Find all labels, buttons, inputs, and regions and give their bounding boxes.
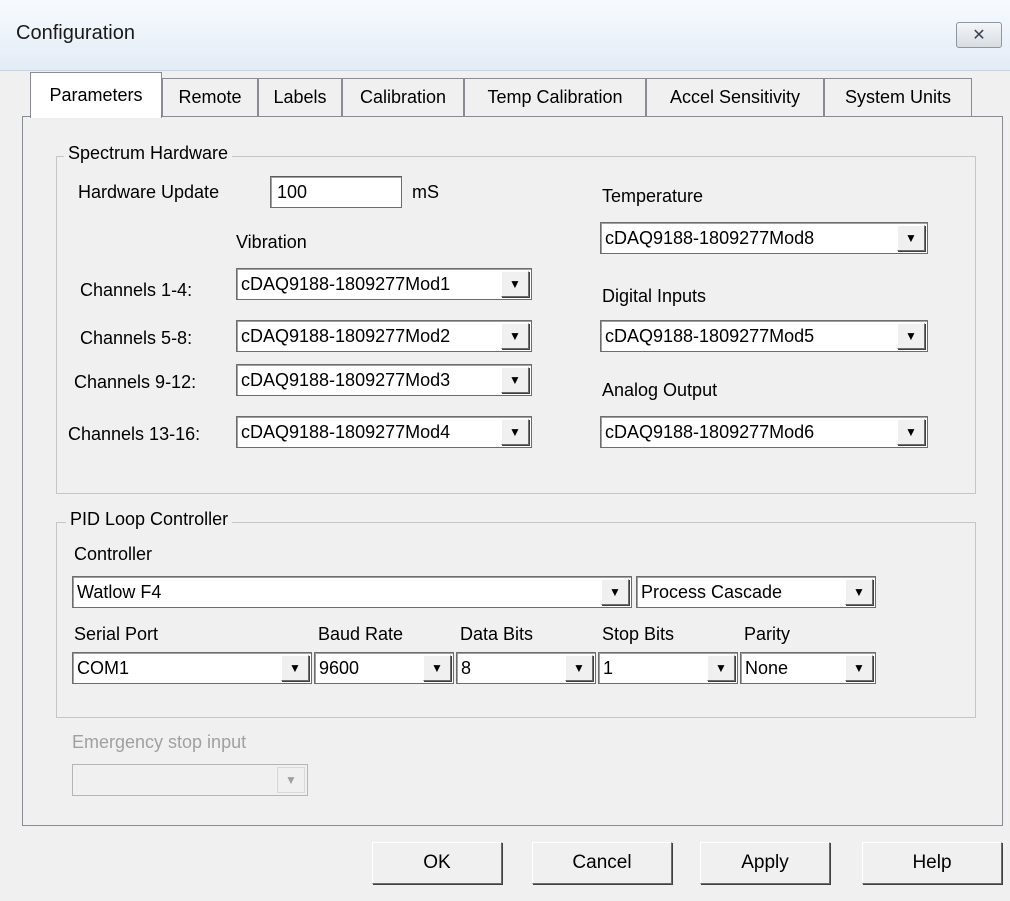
channels-5-8-value: cDAQ9188-1809277Mod2 <box>241 325 451 346</box>
tab-label: System Units <box>844 87 952 107</box>
chevron-down-icon[interactable]: ▼ <box>501 419 529 445</box>
channels-5-8-select[interactable]: cDAQ9188-1809277Mod2 ▼ <box>236 320 532 352</box>
tab-label: Labels <box>273 87 327 107</box>
baud-rate-select[interactable]: 9600 ▼ <box>314 652 454 684</box>
analog-output-value: cDAQ9188-1809277Mod6 <box>605 421 815 442</box>
close-icon: ✕ <box>972 27 986 44</box>
hardware-update-label: Hardware Update <box>78 182 220 202</box>
chevron-down-icon[interactable]: ▼ <box>897 323 925 349</box>
cancel-button[interactable]: Cancel <box>532 842 672 884</box>
tab-label: Remote <box>178 87 242 107</box>
hardware-update-input[interactable]: 100 <box>270 176 402 208</box>
window-title: Configuration <box>16 22 135 44</box>
channels-13-16-label: Channels 13-16: <box>68 424 201 444</box>
emergency-stop-label: Emergency stop input <box>72 732 247 752</box>
tab-temp-calibration[interactable]: Temp Calibration <box>464 78 646 116</box>
chevron-down-icon[interactable]: ▼ <box>501 323 529 349</box>
tab-label: Temp Calibration <box>487 87 623 107</box>
temperature-value: cDAQ9188-1809277Mod8 <box>605 227 815 248</box>
vibration-label: Vibration <box>236 232 307 252</box>
channels-1-4-value: cDAQ9188-1809277Mod1 <box>241 273 451 294</box>
chevron-down-icon[interactable]: ▼ <box>565 655 593 681</box>
channels-13-16-value: cDAQ9188-1809277Mod4 <box>241 421 451 442</box>
digital-inputs-label: Digital Inputs <box>602 286 707 306</box>
pid-loop-controller-group <box>56 522 976 718</box>
chevron-down-icon[interactable]: ▼ <box>423 655 451 681</box>
tab-system-units[interactable]: System Units <box>824 78 972 116</box>
stop-bits-select[interactable]: 1 ▼ <box>598 652 738 684</box>
chevron-down-icon[interactable]: ▼ <box>845 579 873 605</box>
pid-loop-controller-label: PID Loop Controller <box>66 509 233 530</box>
controller-mode-select[interactable]: Process Cascade ▼ <box>636 576 876 608</box>
channels-13-16-select[interactable]: cDAQ9188-1809277Mod4 ▼ <box>236 416 532 448</box>
spectrum-hardware-label: Spectrum Hardware <box>64 143 233 164</box>
channels-9-12-label: Channels 9-12: <box>74 372 197 392</box>
chevron-down-icon[interactable]: ▼ <box>707 655 735 681</box>
temperature-label: Temperature <box>602 186 704 206</box>
close-button[interactable]: ✕ <box>956 22 1002 48</box>
serial-port-select[interactable]: COM1 ▼ <box>72 652 312 684</box>
tab-label: Parameters <box>49 85 143 105</box>
data-bits-select[interactable]: 8 ▼ <box>456 652 596 684</box>
parity-label: Parity <box>744 624 791 644</box>
data-bits-label: Data Bits <box>460 624 534 644</box>
tab-calibration[interactable]: Calibration <box>342 78 464 116</box>
channels-5-8-label: Channels 5-8: <box>80 328 193 348</box>
controller-value: Watlow F4 <box>77 581 162 602</box>
stop-bits-value: 1 <box>603 657 614 678</box>
channels-9-12-value: cDAQ9188-1809277Mod3 <box>241 369 451 390</box>
parity-select[interactable]: None ▼ <box>740 652 876 684</box>
ok-button[interactable]: OK <box>372 842 502 884</box>
tab-accel-sensitivity[interactable]: Accel Sensitivity <box>646 78 824 116</box>
analog-output-select[interactable]: cDAQ9188-1809277Mod6 ▼ <box>600 416 928 448</box>
temperature-select[interactable]: cDAQ9188-1809277Mod8 ▼ <box>600 222 928 254</box>
digital-inputs-select[interactable]: cDAQ9188-1809277Mod5 ▼ <box>600 320 928 352</box>
channels-9-12-select[interactable]: cDAQ9188-1809277Mod3 ▼ <box>236 364 532 396</box>
tab-label: Accel Sensitivity <box>669 87 801 107</box>
serial-port-label: Serial Port <box>74 624 159 644</box>
help-button[interactable]: Help <box>862 842 1002 884</box>
chevron-down-icon[interactable]: ▼ <box>601 579 629 605</box>
channels-1-4-label: Channels 1-4: <box>80 280 193 300</box>
chevron-down-icon[interactable]: ▼ <box>897 225 925 251</box>
stop-bits-label: Stop Bits <box>602 624 675 644</box>
chevron-down-icon[interactable]: ▼ <box>277 767 305 793</box>
emergency-stop-select[interactable]: ▼ <box>72 764 308 796</box>
chevron-down-icon[interactable]: ▼ <box>501 367 529 393</box>
tab-remote[interactable]: Remote <box>162 78 258 116</box>
chevron-down-icon[interactable]: ▼ <box>845 655 873 681</box>
chevron-down-icon[interactable]: ▼ <box>281 655 309 681</box>
analog-output-label: Analog Output <box>602 380 718 400</box>
tab-labels[interactable]: Labels <box>258 78 342 116</box>
controller-select[interactable]: Watlow F4 ▼ <box>72 576 632 608</box>
apply-button[interactable]: Apply <box>700 842 830 884</box>
baud-rate-label: Baud Rate <box>318 624 404 644</box>
controller-label: Controller <box>74 544 153 564</box>
data-bits-value: 8 <box>461 657 472 678</box>
baud-rate-value: 9600 <box>319 657 360 678</box>
tab-parameters[interactable]: Parameters <box>30 72 162 118</box>
channels-1-4-select[interactable]: cDAQ9188-1809277Mod1 ▼ <box>236 268 532 300</box>
tab-label: Calibration <box>359 87 447 107</box>
chevron-down-icon[interactable]: ▼ <box>501 271 529 297</box>
serial-port-value: COM1 <box>77 657 130 678</box>
chevron-down-icon[interactable]: ▼ <box>897 419 925 445</box>
controller-mode-value: Process Cascade <box>641 581 783 602</box>
hardware-update-unit: mS <box>412 182 439 202</box>
title-bar <box>0 0 1010 71</box>
parity-value: None <box>745 657 789 678</box>
digital-inputs-value: cDAQ9188-1809277Mod5 <box>605 325 815 346</box>
